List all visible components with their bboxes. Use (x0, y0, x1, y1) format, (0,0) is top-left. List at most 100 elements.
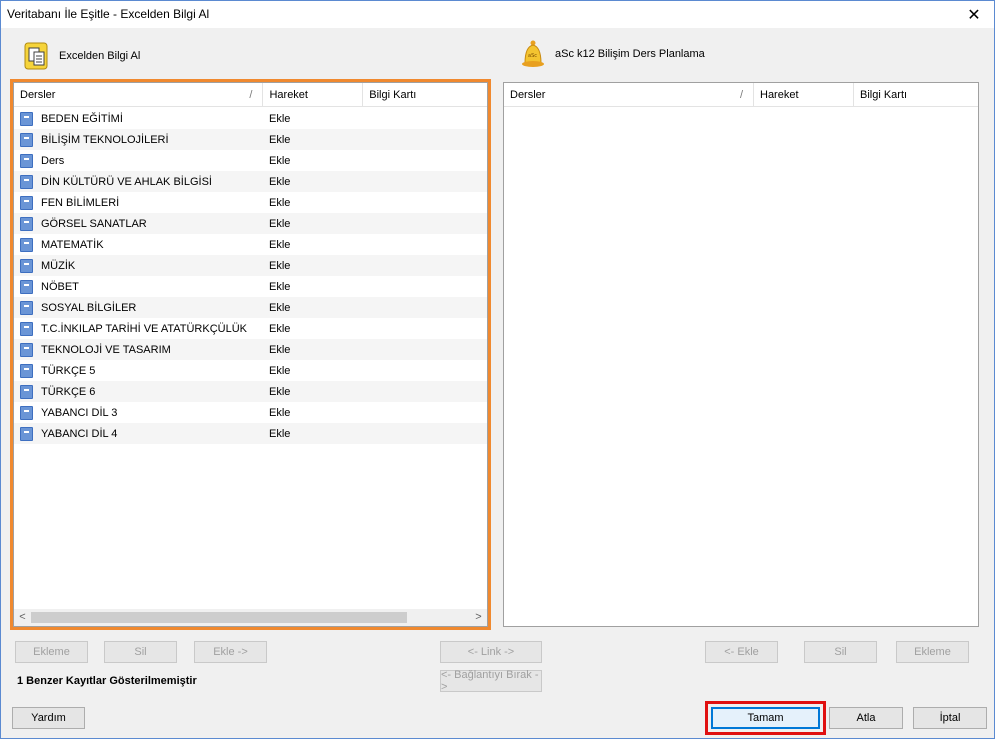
svg-text:aSc: aSc (528, 53, 537, 59)
link-button[interactable]: <- Link -> (440, 641, 542, 663)
list-item[interactable]: BİLİŞİM TEKNOLOJİLERİ Ekle (14, 129, 487, 150)
action-cell: Ekle (269, 301, 291, 314)
skip-button[interactable]: Atla (829, 707, 903, 729)
right-ekle-button[interactable]: <- Ekle (705, 641, 778, 663)
lesson-name: YABANCI DİL 3 (41, 406, 118, 419)
lesson-name: BEDEN EĞİTİMİ (41, 112, 123, 125)
column-label: Bilgi Kartı (369, 89, 417, 101)
scroll-track[interactable] (31, 609, 470, 626)
lesson-name: TÜRKÇE 5 (41, 364, 96, 377)
lesson-name: T.C.İNKILAP TARİHİ VE ATATÜRKÇÜLÜK (41, 322, 247, 335)
lesson-document-icon (20, 405, 33, 420)
lesson-document-icon (20, 111, 33, 126)
list-item[interactable]: TÜRKÇE 6 Ekle (14, 381, 487, 402)
lesson-cell: YABANCI DİL 4 (14, 426, 264, 441)
list-item[interactable]: DİN KÜLTÜRÜ VE AHLAK BİLGİSİ Ekle (14, 171, 487, 192)
list-item[interactable]: GÖRSEL SANATLAR Ekle (14, 213, 487, 234)
lesson-document-icon (20, 132, 33, 147)
left-ekleme-button[interactable]: Ekleme (15, 641, 88, 663)
lesson-cell: TÜRKÇE 5 (14, 363, 264, 378)
list-item[interactable]: MATEMATİK Ekle (14, 234, 487, 255)
title-bar: Veritabanı İle Eşitle - Excelden Bilgi A… (1, 1, 994, 28)
list-item[interactable]: FEN BİLİMLERİ Ekle (14, 192, 487, 213)
scroll-right-icon[interactable]: > (470, 609, 487, 626)
list-item[interactable]: MÜZİK Ekle (14, 255, 487, 276)
list-item[interactable]: Ders Ekle (14, 150, 487, 171)
sort-divider-icon: / (249, 89, 253, 101)
column-header-hareket[interactable]: Hareket (754, 83, 854, 107)
list-item[interactable]: TÜRKÇE 5 Ekle (14, 360, 487, 381)
column-header-bilgi-karti[interactable]: Bilgi Kartı (854, 83, 978, 107)
column-header-hareket[interactable]: Hareket (263, 83, 364, 107)
lesson-cell: GÖRSEL SANATLAR (14, 216, 264, 231)
list-item[interactable]: YABANCI DİL 4 Ekle (14, 423, 487, 444)
lesson-document-icon (20, 195, 33, 210)
close-button[interactable]: ✕ (954, 1, 994, 28)
right-list-view[interactable]: Dersler / Hareket Bilgi Kartı (503, 82, 979, 627)
column-header-dersler[interactable]: Dersler / (504, 83, 754, 107)
action-cell: Ekle (269, 364, 291, 377)
list-item[interactable]: TEKNOLOJİ VE TASARIM Ekle (14, 339, 487, 360)
action-cell: Ekle (269, 343, 291, 356)
list-item[interactable]: SOSYAL BİLGİLER Ekle (14, 297, 487, 318)
lesson-document-icon (20, 258, 33, 273)
list-item[interactable]: YABANCI DİL 3 Ekle (14, 402, 487, 423)
left-list-view[interactable]: Dersler / Hareket Bilgi Kartı BEDEN EĞİT… (13, 82, 488, 627)
window-title: Veritabanı İle Eşitle - Excelden Bilgi A… (7, 7, 210, 21)
left-rows: BEDEN EĞİTİMİ Ekle BİLİŞİM TEKNOLOJİLERİ Ek… (14, 108, 487, 444)
action-cell: Ekle (269, 259, 291, 272)
column-header-bilgi-karti[interactable]: Bilgi Kartı (363, 83, 487, 107)
scroll-thumb[interactable] (31, 612, 407, 623)
excel-document-icon (24, 42, 48, 70)
horizontal-scrollbar[interactable]: < > (14, 609, 487, 626)
unlink-button[interactable]: <- Bağlantıyı Bırak -> (440, 669, 542, 693)
action-cell: Ekle (269, 196, 291, 209)
action-cell: Ekle (269, 154, 291, 167)
lesson-document-icon (20, 237, 33, 252)
left-panel-title: Excelden Bilgi Al (59, 50, 141, 62)
lesson-cell: TEKNOLOJİ VE TASARIM (14, 342, 264, 357)
lesson-document-icon (20, 426, 33, 441)
action-cell: Ekle (269, 175, 291, 188)
action-cell: Ekle (269, 322, 291, 335)
lesson-document-icon (20, 321, 33, 336)
left-ekle-button[interactable]: Ekle -> (194, 641, 267, 663)
action-cell: Ekle (269, 112, 291, 125)
close-icon: ✕ (967, 6, 981, 24)
lesson-cell: SOSYAL BİLGİLER (14, 300, 264, 315)
lesson-cell: NÖBET (14, 279, 264, 294)
column-header-dersler[interactable]: Dersler / (14, 83, 264, 107)
asc-bell-icon: aSc (522, 40, 544, 67)
status-message: 1 Benzer Kayıtlar Gösterilmemiştir (17, 675, 197, 687)
action-cell: Ekle (269, 427, 291, 440)
left-panel-header: Excelden Bilgi Al (23, 41, 140, 71)
action-cell: Ekle (269, 238, 291, 251)
left-column-header: Dersler / Hareket Bilgi Kartı (14, 83, 487, 107)
right-panel-header: aSc aSc k12 Bilişim Ders Planlama (519, 39, 705, 69)
cancel-button[interactable]: İptal (913, 707, 987, 729)
left-sil-button[interactable]: Sil (104, 641, 177, 663)
right-panel-title: aSc k12 Bilişim Ders Planlama (555, 48, 705, 60)
right-column-header: Dersler / Hareket Bilgi Kartı (504, 83, 978, 107)
action-cell: Ekle (269, 133, 291, 146)
scroll-left-icon[interactable]: < (14, 609, 31, 626)
help-button[interactable]: Yardım (12, 707, 85, 729)
right-sil-button[interactable]: Sil (804, 641, 877, 663)
action-cell: Ekle (269, 406, 291, 419)
lesson-cell: Ders (14, 153, 264, 168)
list-item[interactable]: BEDEN EĞİTİMİ Ekle (14, 108, 487, 129)
action-cell: Ekle (269, 385, 291, 398)
lesson-name: MÜZİK (41, 259, 76, 272)
lesson-cell: MÜZİK (14, 258, 264, 273)
lesson-document-icon (20, 279, 33, 294)
ok-button[interactable]: Tamam (711, 707, 820, 729)
lesson-cell: FEN BİLİMLERİ (14, 195, 264, 210)
lesson-name: FEN BİLİMLERİ (41, 196, 120, 209)
column-label: Dersler (510, 89, 546, 101)
right-ekleme-button[interactable]: Ekleme (896, 641, 969, 663)
lesson-document-icon (20, 216, 33, 231)
list-item[interactable]: T.C.İNKILAP TARİHİ VE ATATÜRKÇÜLÜK Ekle (14, 318, 487, 339)
list-item[interactable]: NÖBET Ekle (14, 276, 487, 297)
lesson-cell: YABANCI DİL 3 (14, 405, 264, 420)
dialog-window: Veritabanı İle Eşitle - Excelden Bilgi A… (0, 0, 995, 739)
